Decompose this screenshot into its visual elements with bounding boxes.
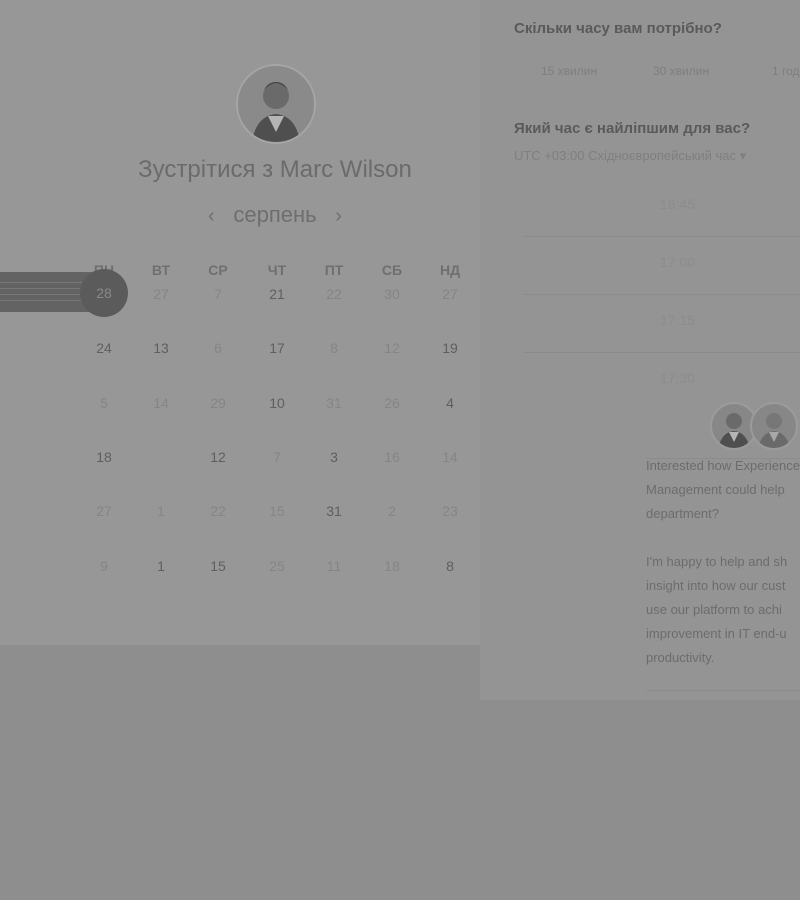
calendar-day[interactable]: 25 (255, 554, 299, 578)
calendar-day[interactable]: 7 (255, 445, 299, 469)
calendar-day[interactable]: 8 (312, 336, 356, 360)
weekday-sat: СБ (381, 262, 403, 278)
calendar-day[interactable]: 3 (312, 445, 356, 469)
weekday-thu: ЧТ (267, 262, 287, 278)
duration-option-60[interactable]: 1 год (772, 64, 800, 78)
duration-option-15[interactable]: 15 хвилин (541, 64, 597, 78)
calendar-day[interactable]: 31 (312, 391, 356, 415)
calendar-day[interactable]: 17 (255, 336, 299, 360)
calendar-day[interactable]: 29 (196, 391, 240, 415)
month-navigation: ‹ серпень › (0, 202, 550, 228)
calendar-day[interactable]: 16 (370, 445, 414, 469)
calendar-day[interactable]: 26 (370, 391, 414, 415)
time-question: Який час є найліпшим для вас? (514, 120, 751, 137)
weekday-fri: ПТ (324, 262, 344, 278)
calendar-day[interactable]: 1 (139, 554, 183, 578)
calendar-day[interactable]: 13 (139, 336, 183, 360)
slot-divider (524, 294, 800, 295)
calendar-day[interactable]: 4 (428, 391, 472, 415)
calendar-day[interactable]: 27 (139, 282, 183, 306)
calendar-day[interactable]: 27 (82, 499, 126, 523)
calendar-day[interactable]: 22 (196, 499, 240, 523)
calendar-day[interactable]: 6 (196, 336, 240, 360)
calendar-day[interactable]: 14 (428, 445, 472, 469)
time-slot[interactable]: 17:30 (660, 370, 695, 386)
timezone-selector[interactable]: UTC +03:00 Східноєвропейський час ▾ (514, 148, 746, 164)
calendar-day[interactable]: 5 (82, 391, 126, 415)
slot-divider (524, 352, 800, 353)
duration-option-30[interactable]: 30 хвилин (653, 64, 709, 78)
timezone-label: UTC +03:00 Східноєвропейський час (514, 148, 736, 163)
host-avatar (236, 64, 316, 144)
calendar-day[interactable]: 18 (82, 445, 126, 469)
calendar-day[interactable]: 11 (312, 554, 356, 578)
team-intro-text: Interested how Experience Management cou… (646, 458, 800, 521)
calendar-day[interactable]: 15 (196, 554, 240, 578)
calendar-day[interactable]: 31 (312, 499, 356, 523)
chevron-left-icon[interactable]: ‹ (199, 205, 223, 228)
calendar-day[interactable]: 7 (196, 282, 240, 306)
team-intro-text-2: I'm happy to help and sh insight into ho… (646, 554, 788, 665)
team-member-avatar (750, 402, 798, 450)
selected-day[interactable]: 28 (80, 269, 128, 317)
calendar-day[interactable]: 12 (196, 445, 240, 469)
divider (646, 690, 800, 691)
calendar-day[interactable]: 8 (428, 554, 472, 578)
calendar-day[interactable]: 18 (370, 554, 414, 578)
calendar-day[interactable]: 23 (428, 499, 472, 523)
calendar-day[interactable]: 30 (370, 282, 414, 306)
weekday-wed: СР (208, 262, 228, 278)
weekday-sun: НД (439, 262, 461, 278)
calendar-day[interactable]: 24 (82, 336, 126, 360)
weekday-tue: ВТ (151, 262, 171, 278)
page-title: Зустрітися з Marc Wilson (138, 156, 412, 183)
chevron-right-icon[interactable]: › (327, 205, 351, 228)
time-slot[interactable]: 17:15 (660, 312, 695, 328)
caret-down-icon: ▾ (739, 148, 747, 163)
calendar-day[interactable]: 12 (370, 336, 414, 360)
calendar-day[interactable]: 10 (255, 391, 299, 415)
calendar-day[interactable]: 27 (428, 282, 472, 306)
calendar-day[interactable]: 22 (312, 282, 356, 306)
calendar-day[interactable]: 14 (139, 391, 183, 415)
duration-question: Скільки часу вам потрібно? (514, 20, 722, 37)
slot-divider (524, 236, 800, 237)
calendar-day[interactable]: 9 (82, 554, 126, 578)
calendar-day[interactable]: 2 (370, 499, 414, 523)
month-label: серпень (233, 202, 317, 227)
time-slot[interactable]: 16:45 (660, 196, 695, 212)
calendar-day[interactable]: 15 (255, 499, 299, 523)
time-slot[interactable]: 17:00 (660, 254, 695, 270)
calendar-day[interactable]: 1 (139, 499, 183, 523)
calendar-day[interactable]: 19 (428, 336, 472, 360)
calendar-day[interactable]: 21 (255, 282, 299, 306)
